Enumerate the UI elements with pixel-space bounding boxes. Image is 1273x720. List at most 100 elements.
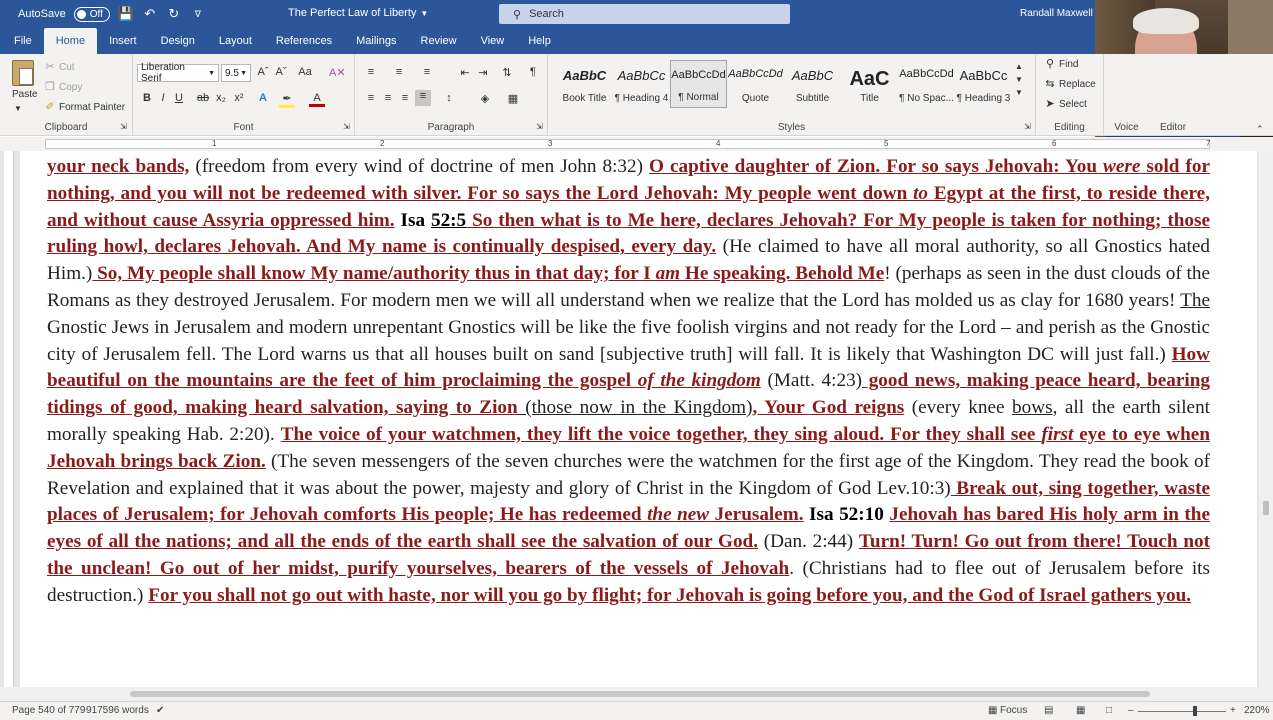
line-spacing-icon[interactable]: ↕	[441, 92, 457, 104]
autosave-toggle[interactable]: Off	[73, 6, 110, 22]
superscript-icon[interactable]: x²	[231, 92, 247, 104]
grow-font-icon[interactable]: Aˆ	[255, 66, 271, 78]
style-normal[interactable]: AaBbCcDd ¶ Normal	[670, 60, 727, 108]
tab-insert[interactable]: Insert	[97, 28, 149, 54]
document-title-text: The Perfect Law of Liberty	[288, 7, 417, 19]
shading-icon[interactable]: ◈	[477, 92, 493, 105]
replace-button[interactable]: ⇆ Replace	[1044, 78, 1095, 90]
italic-icon[interactable]: I	[155, 92, 171, 104]
commentary-text: (freedom from every wind of doctrine of …	[189, 156, 650, 177]
change-case-icon[interactable]: Aa	[297, 66, 313, 78]
document-page[interactable]: your neck bands, (freedom from every win…	[20, 151, 1257, 687]
font-family-select[interactable]: Liberation Serif ▼	[137, 62, 219, 84]
zoom-slider-knob[interactable]	[1193, 706, 1197, 716]
show-formatting-icon[interactable]: ¶	[525, 66, 541, 78]
proofing-icon[interactable]: ✔	[156, 705, 164, 716]
undo-icon[interactable]: ↶	[142, 6, 158, 22]
bullets-icon[interactable]: ≡	[363, 66, 379, 78]
align-center-icon[interactable]: ≡	[380, 92, 396, 104]
tab-mailings[interactable]: Mailings	[344, 28, 408, 54]
style-sample: AaBbCcDd	[899, 68, 954, 80]
increase-indent-icon[interactable]: ⇥	[475, 66, 491, 79]
scrollbar-thumb[interactable]	[130, 691, 1150, 697]
bold-icon[interactable]: B	[139, 92, 155, 104]
text-effects-icon[interactable]: A	[255, 92, 271, 104]
style-heading-3[interactable]: AaBbCc ¶ Heading 3	[955, 60, 1012, 108]
style-title[interactable]: AaC Title	[841, 60, 898, 108]
vertical-scrollbar[interactable]	[1259, 151, 1273, 687]
collapse-ribbon-icon[interactable]: ⌃	[1256, 124, 1264, 135]
clipboard-launcher-icon[interactable]: ⇲	[120, 122, 127, 131]
user-name[interactable]: Randall Maxwell	[1020, 8, 1093, 19]
strikethrough-icon[interactable]: ab	[195, 92, 211, 104]
zoom-out-icon[interactable]: –	[1128, 705, 1134, 716]
vertical-ruler[interactable]	[4, 151, 14, 687]
style-sample: AaBbCcDd	[671, 69, 726, 81]
style-no-spacing[interactable]: AaBbCcDd ¶ No Spac...	[898, 60, 955, 108]
tab-file[interactable]: File	[0, 28, 44, 54]
tab-design[interactable]: Design	[149, 28, 207, 54]
zoom-in-icon[interactable]: +	[1230, 705, 1236, 716]
print-layout-icon[interactable]: ▦	[1076, 705, 1085, 716]
read-mode-icon[interactable]: ▤	[1044, 705, 1053, 716]
page-count[interactable]: Page 540 of 779	[12, 705, 85, 716]
find-button[interactable]: ⚲ Find	[1044, 58, 1078, 70]
focus-button[interactable]: Focus	[1000, 705, 1027, 716]
tab-home[interactable]: Home	[43, 28, 98, 54]
style-subtitle[interactable]: AaBbC Subtitle	[784, 60, 841, 108]
style-sample: AaBbCc	[617, 68, 666, 83]
paste-icon[interactable]	[12, 60, 34, 86]
underline-icon[interactable]: U	[171, 92, 187, 104]
multilevel-list-icon[interactable]: ≡	[419, 66, 435, 78]
style-quote[interactable]: AaBbCcDd Quote	[727, 60, 784, 108]
tab-layout[interactable]: Layout	[207, 28, 264, 54]
zoom-level[interactable]: 220%	[1244, 705, 1270, 716]
document-body-text[interactable]: your neck bands, (freedom from every win…	[47, 154, 1210, 610]
shrink-font-icon[interactable]: Aˇ	[273, 66, 289, 78]
cut-button[interactable]: ✂ Cut	[44, 61, 74, 73]
numbering-icon[interactable]: ≡	[391, 66, 407, 78]
commentary-text: The	[1180, 289, 1210, 311]
word-count[interactable]: 917596 words	[86, 705, 149, 716]
select-button[interactable]: ➤ Select	[1044, 98, 1086, 110]
zoom-slider-track[interactable]	[1138, 711, 1226, 712]
style-book-title[interactable]: AaBbC Book Title	[556, 60, 613, 108]
highlight-icon[interactable]: ✒	[279, 92, 295, 108]
paste-button[interactable]: Paste	[12, 89, 38, 100]
align-left-icon[interactable]: ≡	[363, 92, 379, 104]
align-right-icon[interactable]: ≡	[397, 92, 413, 104]
styles-scroll-icon[interactable]: ▲ ▼ ▼	[1015, 62, 1023, 97]
justify-icon[interactable]: ≡	[415, 90, 431, 106]
search-box[interactable]: ⚲ Search	[499, 4, 790, 24]
paragraph-launcher-icon[interactable]: ⇲	[536, 122, 543, 131]
borders-icon[interactable]: ▦	[505, 92, 521, 105]
commentary-text: (Dan. 2:44)	[758, 531, 859, 553]
styles-launcher-icon[interactable]: ⇲	[1024, 122, 1031, 131]
redo-icon[interactable]: ↻	[166, 6, 182, 22]
tab-references[interactable]: References	[264, 28, 344, 54]
clear-formatting-icon[interactable]: A✕	[329, 66, 346, 79]
decrease-indent-icon[interactable]: ⇤	[457, 66, 473, 79]
subscript-icon[interactable]: x₂	[213, 92, 229, 104]
font-color-icon[interactable]: A	[309, 92, 325, 107]
document-title[interactable]: The Perfect Law of Liberty ▼	[288, 7, 428, 19]
style-heading-4[interactable]: AaBbCc ¶ Heading 4	[613, 60, 670, 108]
save-icon[interactable]: 💾	[118, 6, 134, 22]
customize-toolbar-icon[interactable]: ∇	[190, 6, 206, 22]
web-layout-icon[interactable]: □	[1106, 705, 1112, 716]
style-sample: AaBbCc	[959, 68, 1008, 83]
scrollbar-thumb[interactable]	[1263, 501, 1269, 515]
font-launcher-icon[interactable]: ⇲	[343, 122, 350, 131]
format-painter-button[interactable]: ✐ Format Painter	[44, 101, 125, 113]
focus-icon[interactable]: ▦	[988, 705, 997, 716]
horizontal-ruler[interactable]: 1 2 3 4 5 6 7	[0, 137, 1273, 151]
tab-review[interactable]: Review	[409, 28, 469, 54]
copy-button[interactable]: ❐ Copy	[44, 81, 82, 93]
tab-view[interactable]: View	[469, 28, 517, 54]
paste-options-icon[interactable]: ▼	[14, 104, 22, 113]
tab-help[interactable]: Help	[516, 28, 563, 54]
horizontal-scrollbar[interactable]	[0, 687, 1273, 701]
font-size-select[interactable]: 9.5 ▼	[221, 64, 251, 82]
paste-label: Paste	[12, 89, 38, 100]
sort-icon[interactable]: ⇅	[499, 66, 515, 79]
